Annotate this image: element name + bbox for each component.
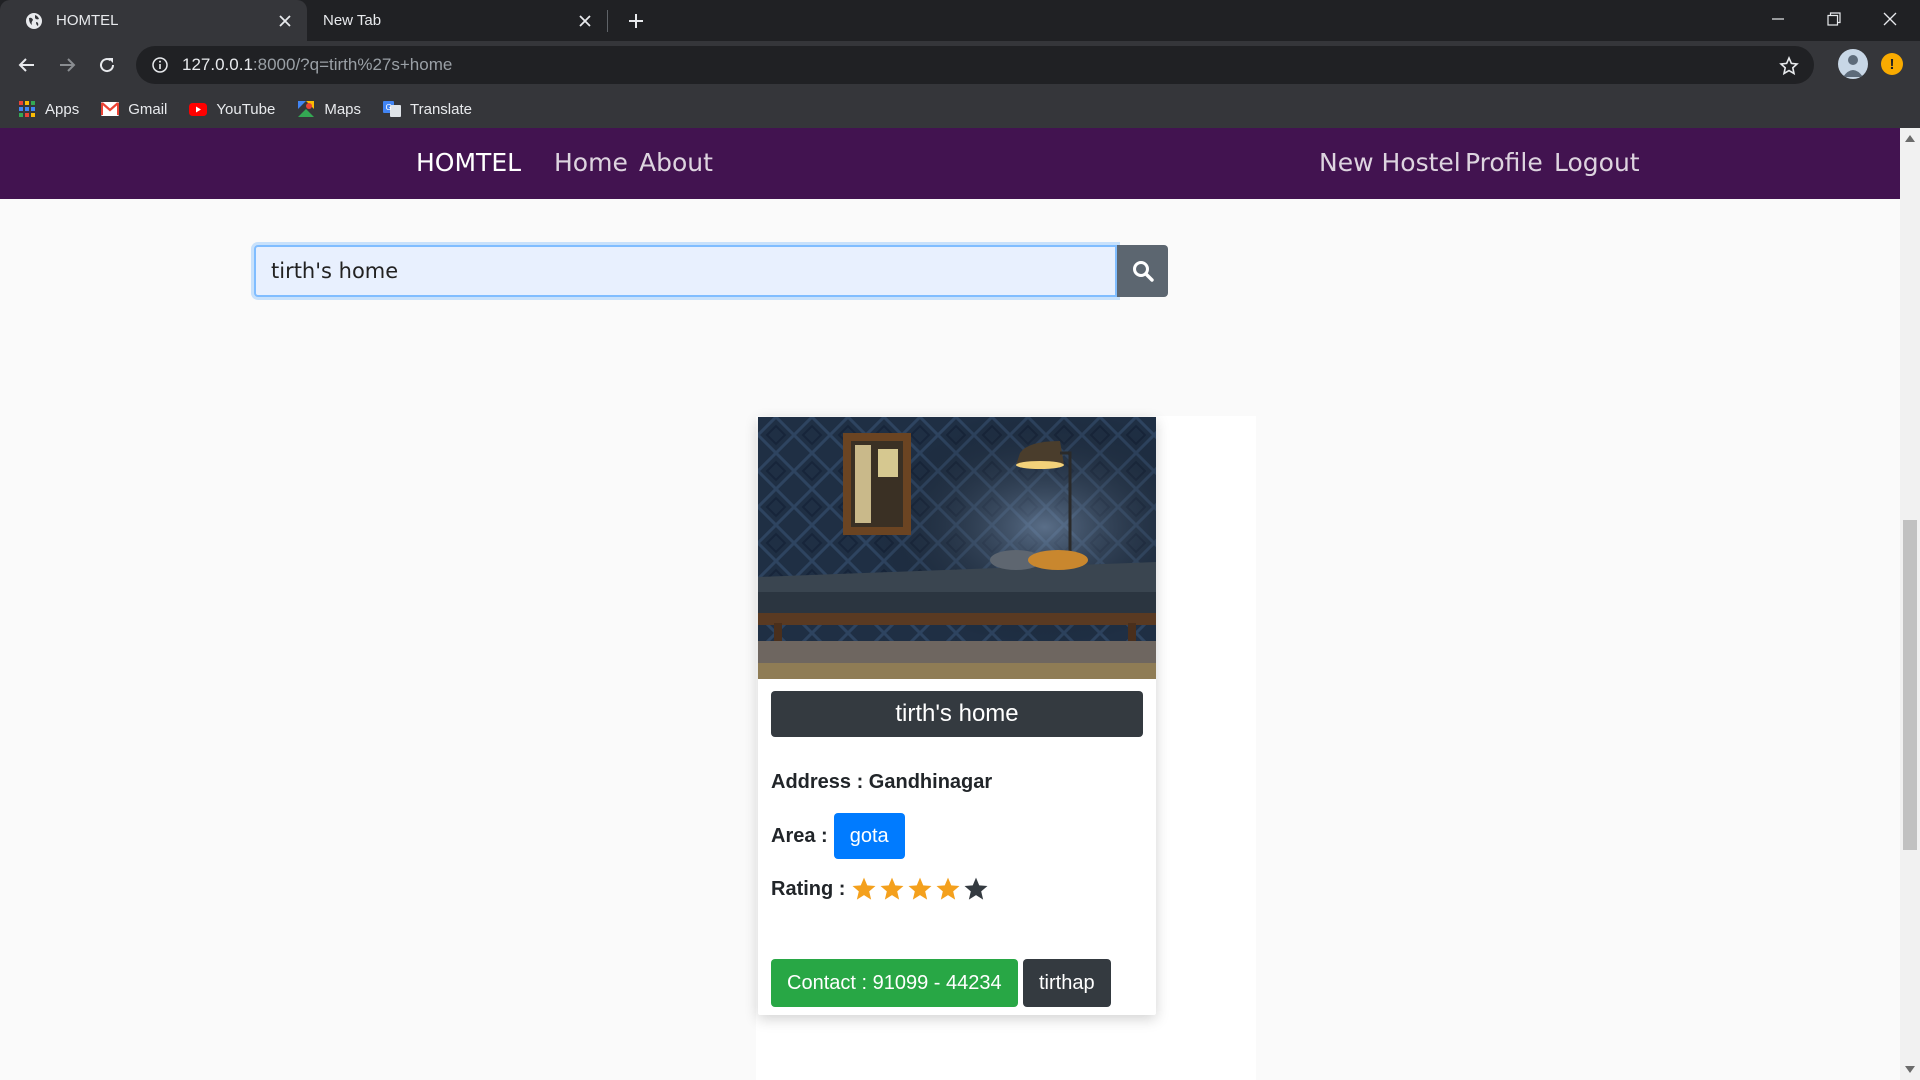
close-icon[interactable]	[573, 9, 597, 33]
new-tab-plus-icon[interactable]	[620, 8, 652, 34]
bookmarks-bar: Apps Gmail YouTube Maps G Translate	[0, 90, 1920, 128]
restore-icon[interactable]	[1806, 0, 1862, 38]
youtube-icon	[189, 100, 208, 118]
info-icon[interactable]	[150, 55, 170, 75]
globe-icon	[24, 11, 44, 31]
address-bar[interactable]: 127.0.0.1 :8000/?q=tirth%27s+home	[136, 46, 1814, 84]
bookmark-maps[interactable]: Maps	[297, 100, 361, 118]
bookmark-star-icon[interactable]	[1778, 55, 1800, 77]
rating-label: Rating :	[771, 877, 846, 900]
search-bar	[254, 245, 1168, 297]
forward-arrow-icon[interactable]	[51, 49, 83, 81]
gmail-icon	[101, 100, 120, 118]
hostel-image	[758, 417, 1156, 679]
rating-row: Rating :	[771, 876, 991, 902]
url-host: 127.0.0.1	[182, 55, 253, 74]
avatar[interactable]	[1838, 49, 1868, 79]
area-badge[interactable]: gota	[833, 813, 905, 859]
star-filled-icon	[852, 877, 876, 900]
address-row: Address : Gandhinagar	[771, 771, 992, 794]
search-icon	[1132, 261, 1154, 282]
site-navbar: HOMTEL Home About New Hostel Profile Log…	[0, 128, 1900, 199]
bookmark-label: YouTube	[216, 100, 276, 118]
search-input[interactable]	[254, 245, 1117, 297]
svg-text:G: G	[386, 103, 392, 112]
scrollbar-thumb[interactable]	[1903, 520, 1917, 850]
tab-divider	[607, 10, 608, 32]
window-close-icon[interactable]	[1862, 0, 1918, 38]
reload-icon[interactable]	[91, 49, 123, 81]
browser-tab-strip: HOMTEL New Tab	[0, 0, 1920, 41]
update-alert-icon[interactable]: !	[1881, 53, 1903, 75]
scroll-up-icon[interactable]	[1904, 132, 1916, 144]
browser-toolbar: 127.0.0.1 :8000/?q=tirth%27s+home !	[0, 41, 1920, 90]
bookmark-gmail[interactable]: Gmail	[101, 100, 167, 118]
scroll-down-icon[interactable]	[1904, 1064, 1916, 1076]
owner-button[interactable]: tirthap	[1023, 959, 1111, 1007]
close-icon[interactable]	[273, 9, 297, 33]
back-arrow-icon[interactable]	[11, 49, 43, 81]
bookmark-label: Maps	[324, 100, 362, 118]
minimize-icon[interactable]	[1750, 0, 1806, 38]
page-scrollbar[interactable]	[1900, 128, 1920, 1080]
nav-link-about[interactable]: About	[639, 148, 713, 177]
star-filled-icon	[880, 877, 904, 900]
site-brand[interactable]: HOMTEL	[416, 148, 521, 177]
area-label: Area :	[771, 824, 828, 847]
bookmark-label: Apps	[45, 100, 80, 118]
apps-grid-icon	[18, 100, 36, 118]
bookmark-label: Gmail	[128, 100, 168, 118]
bookmark-translate[interactable]: G Translate	[383, 100, 472, 118]
nav-link-logout[interactable]: Logout	[1554, 148, 1640, 177]
bookmark-youtube[interactable]: YouTube	[189, 100, 275, 118]
search-button[interactable]	[1117, 245, 1168, 297]
star-filled-icon	[936, 877, 960, 900]
star-empty-icon	[964, 877, 988, 900]
page-viewport: HOMTEL Home About New Hostel Profile Log…	[0, 128, 1920, 1080]
tab-homtel[interactable]: HOMTEL	[0, 0, 307, 41]
tab-new-tab[interactable]: New Tab	[307, 0, 607, 41]
maps-icon	[297, 100, 315, 118]
translate-icon: G	[383, 100, 402, 118]
tab-title: New Tab	[323, 12, 382, 29]
hostel-card: tirth's home Address : Gandhinagar Area …	[758, 417, 1156, 1015]
nav-link-home[interactable]: Home	[554, 148, 628, 177]
nav-link-new-hostel[interactable]: New Hostel	[1319, 148, 1461, 177]
bookmark-apps[interactable]: Apps	[18, 100, 79, 118]
nav-link-profile[interactable]: Profile	[1465, 148, 1543, 177]
bookmark-label: Translate	[410, 100, 472, 118]
rating-stars	[851, 876, 991, 902]
hostel-title: tirth's home	[771, 691, 1143, 737]
address-text: Address : Gandhinagar	[771, 771, 993, 793]
area-row: Area : gota	[771, 813, 905, 859]
star-filled-icon	[908, 877, 932, 900]
contact-button[interactable]: Contact : 91099 - 44234	[771, 959, 1018, 1007]
tab-title: HOMTEL	[56, 12, 119, 29]
url-path: :8000/?q=tirth%27s+home	[252, 55, 453, 74]
